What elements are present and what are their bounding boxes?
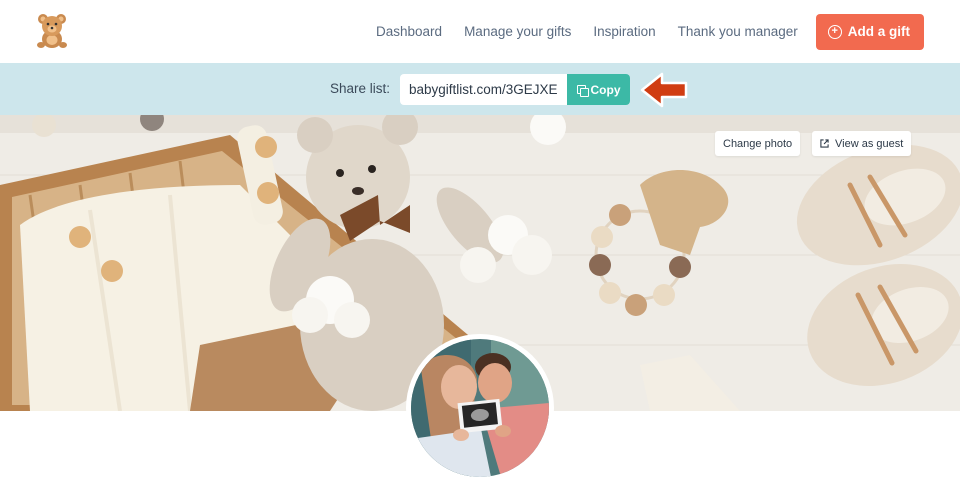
nav-inspiration-link[interactable]: Inspiration <box>593 24 655 39</box>
copy-button[interactable]: Copy <box>567 74 630 105</box>
nav-dashboard-link[interactable]: Dashboard <box>376 24 442 39</box>
plus-circle-icon: + <box>827 24 842 39</box>
share-link-box: babygiftlist.com/3GEJXE Copy <box>400 74 630 105</box>
teddy-bear-icon[interactable] <box>36 13 68 49</box>
top-navigation: Dashboard Manage your gifts Inspiration … <box>0 0 960 63</box>
profile-avatar[interactable] <box>406 334 554 482</box>
share-bar: Share list: babygiftlist.com/3GEJXE Copy <box>0 63 960 115</box>
view-as-guest-button[interactable]: View as guest <box>812 131 912 156</box>
nav-links: Dashboard Manage your gifts Inspiration … <box>354 0 924 63</box>
view-as-guest-label: View as guest <box>835 137 904 150</box>
nav-thank-you-manager-link[interactable]: Thank you manager <box>678 24 798 39</box>
add-gift-label: Add a gift <box>847 24 910 39</box>
profile-photo <box>411 339 549 477</box>
nav-manage-gifts-link[interactable]: Manage your gifts <box>464 24 571 39</box>
external-link-icon <box>820 139 829 148</box>
copy-label: Copy <box>590 82 621 97</box>
left-arrow-icon <box>638 69 692 111</box>
share-list-label: Share list: <box>330 81 391 96</box>
change-photo-button[interactable]: Change photo <box>715 131 801 156</box>
share-url-field[interactable]: babygiftlist.com/3GEJXE <box>400 74 567 105</box>
add-gift-button[interactable]: + Add a gift <box>815 13 924 50</box>
copy-icon <box>576 85 589 97</box>
